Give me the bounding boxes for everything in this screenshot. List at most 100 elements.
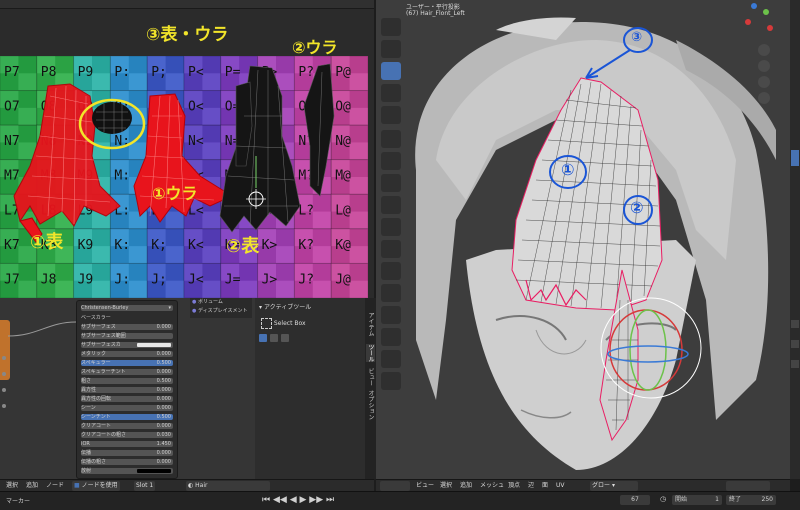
markers-menu[interactable]: マーカー	[6, 496, 30, 505]
jump-end-icon[interactable]: ⏭	[326, 495, 334, 505]
uv-grid-subcell	[276, 228, 295, 247]
node-property[interactable]: クリアコートの粗さ 0.030	[81, 432, 173, 438]
menu-uv[interactable]: UV	[554, 481, 567, 491]
tab-view[interactable]: ビュー	[366, 368, 375, 386]
extrude-tool-icon[interactable]	[381, 196, 401, 214]
menu-mesh[interactable]: メッシュ	[478, 481, 506, 491]
node-property[interactable]: サブサーフェス範囲	[81, 333, 173, 339]
bevel-tool-icon[interactable]	[381, 240, 401, 258]
select-mode-extend-icon[interactable]	[269, 334, 278, 342]
volume-socket[interactable]: ● ボリューム	[192, 298, 223, 305]
uv-editor[interactable]: P7P8P9P:P;P<P=P>P?P@O7O8O9O:O;O<O=O>O?O@…	[0, 0, 374, 298]
jump-start-icon[interactable]: ⏮	[262, 495, 270, 505]
node-property[interactable]: シーン 0.000	[81, 405, 173, 411]
node-property[interactable]: 粗さ 0.500	[81, 378, 173, 384]
end-frame-field[interactable]: 終了 250	[726, 495, 776, 505]
rotate-tool-icon[interactable]	[381, 62, 401, 80]
navigation-gizmo[interactable]	[745, 3, 773, 31]
color-swatch[interactable]	[137, 343, 171, 347]
use-nodes-toggle[interactable]: ■ ノードを使用	[72, 481, 120, 491]
select-box-tool[interactable]: Select Box	[261, 318, 306, 329]
loop-cut-tool-icon[interactable]	[381, 262, 401, 280]
next-key-icon[interactable]: ▶▶	[309, 495, 323, 505]
uv-grid-subcell	[165, 56, 184, 74]
menu-add[interactable]: 追加	[458, 481, 474, 491]
poly-build-tool-icon[interactable]	[381, 306, 401, 324]
uv-grid-subcell	[202, 73, 221, 91]
node-property[interactable]: スペキュラー 0.500	[81, 360, 173, 366]
uv-grid-subcell	[349, 211, 368, 229]
tab-options[interactable]: オプション	[366, 390, 375, 420]
properties-tab[interactable]	[791, 340, 799, 348]
transform-tool-icon[interactable]	[381, 106, 401, 124]
inset-tool-icon[interactable]	[381, 218, 401, 236]
select-mode-subtract-icon[interactable]	[280, 334, 289, 342]
knife-tool-icon[interactable]	[381, 284, 401, 302]
smooth-tool-icon[interactable]	[381, 350, 401, 368]
uv-grid-subcell	[202, 107, 221, 126]
menu-edge[interactable]: 辺	[526, 481, 536, 491]
select-mode-new-icon[interactable]	[259, 334, 267, 342]
prev-key-icon[interactable]: ◀◀	[273, 495, 287, 505]
uv-grid-subcell	[92, 228, 111, 247]
node-property[interactable]: メタリック 0.000	[81, 351, 173, 357]
menu-face[interactable]: 面	[540, 481, 550, 491]
node-property[interactable]: 異方性の回転 0.000	[81, 396, 173, 402]
camera-icon[interactable]	[758, 76, 770, 88]
cursor-tool-icon[interactable]	[381, 18, 401, 36]
current-frame-field[interactable]: 67	[620, 495, 650, 505]
uv-editor-header[interactable]	[0, 0, 374, 9]
node-property[interactable]: シーンチント 0.500	[81, 414, 173, 420]
node-property[interactable]: 放射	[81, 468, 173, 474]
subsurface-method-dropdown[interactable]: Christensen-Burley ▾	[81, 305, 173, 311]
edit-mode-icons[interactable]	[380, 481, 410, 491]
node-property[interactable]: クリアコート 0.000	[81, 423, 173, 429]
properties-tab[interactable]	[791, 360, 799, 368]
tab-tool[interactable]: ツール	[366, 344, 375, 362]
menu-add[interactable]: 追加	[24, 481, 40, 491]
scale-tool-icon[interactable]	[381, 84, 401, 102]
material-field[interactable]: ◐ Hair	[186, 481, 270, 491]
slot-dropdown[interactable]: Slot 1	[134, 481, 156, 491]
menu-select[interactable]: 選択	[438, 481, 454, 491]
zoom-icon[interactable]	[758, 44, 770, 56]
add-cube-tool-icon[interactable]	[381, 174, 401, 192]
overlay-shading-buttons[interactable]	[726, 481, 770, 491]
grid-view-icon[interactable]	[758, 92, 770, 104]
properties-tab-active[interactable]	[791, 150, 799, 166]
node-property[interactable]: サブサーフェス 0.000	[81, 324, 173, 330]
shear-tool-icon[interactable]	[381, 372, 401, 390]
play-reverse-icon[interactable]: ◀	[290, 495, 297, 505]
measure-tool-icon[interactable]	[381, 152, 401, 170]
annotate-tool-icon[interactable]	[381, 130, 401, 148]
hand-pan-icon[interactable]	[758, 60, 770, 72]
timeline[interactable]: マーカー 67 ◷ 開始 1 終了 250 ⏮ ◀◀ ◀ ▶ ▶▶ ⏭	[0, 491, 800, 510]
transform-orientation-dropdown[interactable]: グロー ▾	[590, 481, 638, 491]
play-icon[interactable]: ▶	[300, 495, 307, 505]
3d-viewport[interactable]: ユーザー・平行投影 (67) Hair_Flont_Left ③ ① ②	[376, 0, 790, 479]
color-swatch[interactable]	[137, 469, 171, 473]
node-property[interactable]: スペキュラーチント 0.000	[81, 369, 173, 375]
node-property[interactable]: IOR 1.450	[81, 441, 173, 447]
principled-bsdf-node[interactable]: Christensen-Burley ▾ ベースカラー サブサーフェス 0.000 サブ…	[76, 300, 178, 479]
tab-item[interactable]: アイテム	[366, 312, 375, 336]
node-property[interactable]: 異方性 0.000	[81, 387, 173, 393]
menu-view[interactable]: ビュー	[414, 481, 436, 491]
start-frame-field[interactable]: 開始 1	[672, 495, 722, 505]
properties-tab[interactable]	[791, 320, 799, 328]
displacement-socket[interactable]: ● ディスプレイスメント	[192, 307, 247, 314]
node-property[interactable]: サブサーフェスカ	[81, 342, 173, 348]
node-property[interactable]: 伝播の粗さ 0.000	[81, 459, 173, 465]
uv-canvas[interactable]: P7P8P9P:P;P<P=P>P?P@O7O8O9O:O;O<O=O>O?O@…	[0, 56, 368, 298]
menu-select[interactable]: 選択	[4, 481, 20, 491]
playback-controls[interactable]: ⏮ ◀◀ ◀ ▶ ▶▶ ⏭	[262, 495, 352, 505]
uv-grid-label: K;	[151, 238, 167, 253]
menu-vertex[interactable]: 頂点	[506, 481, 522, 491]
node-property[interactable]: ベースカラー	[81, 315, 173, 321]
menu-node[interactable]: ノード	[44, 481, 66, 491]
active-tool-header[interactable]: ▾ アクティブツール	[259, 302, 311, 311]
move-tool-icon[interactable]	[381, 40, 401, 58]
spin-tool-icon[interactable]	[381, 328, 401, 346]
node-property[interactable]: 伝播 0.000	[81, 450, 173, 456]
uv-grid-subcell	[202, 159, 221, 177]
